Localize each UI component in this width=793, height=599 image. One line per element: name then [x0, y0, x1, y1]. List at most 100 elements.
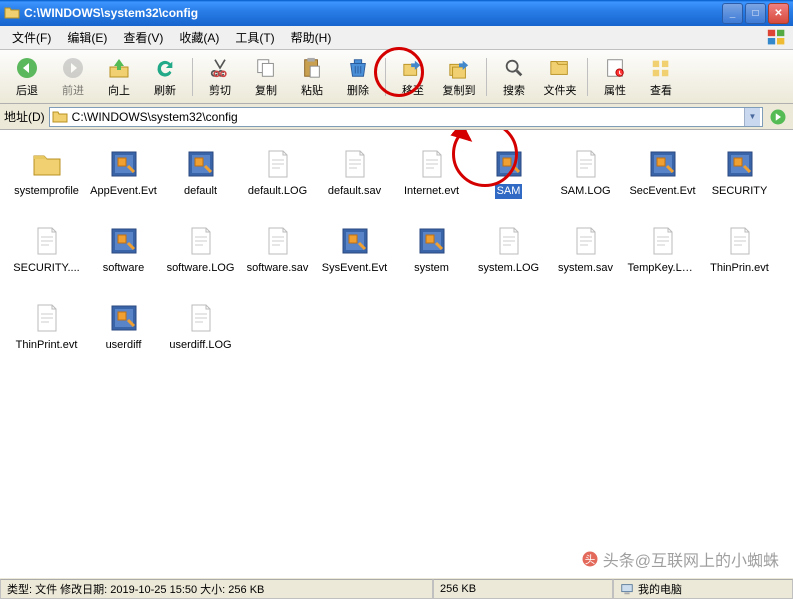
file-item[interactable]: ThinPrint.evt: [8, 298, 85, 375]
address-path: C:\WINDOWS\system32\config: [72, 110, 744, 124]
file-name: TempKey.LOG: [626, 261, 700, 276]
close-button[interactable]: ✕: [768, 3, 789, 24]
search-button[interactable]: 搜索: [491, 53, 537, 101]
file-name: SAM.LOG: [558, 184, 612, 199]
folder-icon: [52, 109, 68, 125]
toolbar-separator: [587, 58, 588, 96]
menu-view[interactable]: 查看(V): [115, 26, 171, 49]
registry-icon: [416, 225, 448, 257]
menu-edit[interactable]: 编辑(E): [59, 26, 115, 49]
file-name: Internet.evt: [402, 184, 461, 199]
maximize-button[interactable]: □: [745, 3, 766, 24]
file-item[interactable]: SECURITY: [701, 144, 778, 221]
file-icon: [416, 148, 448, 180]
file-pane[interactable]: systemprofile AppEvent.Evt default default.…: [0, 130, 793, 577]
file-name: systemprofile: [12, 184, 81, 199]
file-name: system.LOG: [476, 261, 541, 276]
file-icon: [185, 302, 217, 334]
file-item[interactable]: system.sav: [547, 221, 624, 298]
status-info: 类型: 文件 修改日期: 2019-10-25 15:50 大小: 256 KB: [0, 579, 433, 599]
registry-icon: [108, 302, 140, 334]
cut-button[interactable]: 剪切: [197, 53, 243, 101]
registry-icon: [108, 225, 140, 257]
file-name: SysEvent.Evt: [320, 261, 389, 276]
file-item[interactable]: SAM.LOG: [547, 144, 624, 221]
file-name: ThinPrin.evt: [708, 261, 771, 276]
status-location: 我的电脑: [613, 579, 793, 599]
minimize-button[interactable]: _: [722, 3, 743, 24]
registry-icon: [493, 148, 525, 180]
file-item[interactable]: SECURITY....: [8, 221, 85, 298]
file-icon: [31, 302, 63, 334]
registry-icon: [647, 148, 679, 180]
file-name: system.sav: [556, 261, 615, 276]
file-icon: [31, 225, 63, 257]
folder-icon: [4, 5, 20, 21]
file-icon: [339, 148, 371, 180]
file-name: default: [182, 184, 219, 199]
file-name: ThinPrint.evt: [14, 338, 80, 353]
file-name: SecEvent.Evt: [627, 184, 697, 199]
file-item[interactable]: software: [85, 221, 162, 298]
copy-button[interactable]: 复制: [243, 53, 289, 101]
delete-button[interactable]: 删除: [335, 53, 381, 101]
file-name: userdiff: [104, 338, 144, 353]
menu-tools[interactable]: 工具(T): [227, 26, 282, 49]
up-button[interactable]: 向上: [96, 53, 142, 101]
file-item[interactable]: system.LOG: [470, 221, 547, 298]
toolbar-separator: [486, 58, 487, 96]
toolbar-separator: [192, 58, 193, 96]
address-dropdown[interactable]: ▼: [744, 108, 760, 126]
menu-file[interactable]: 文件(F): [4, 26, 59, 49]
refresh-button[interactable]: 刷新: [142, 53, 188, 101]
file-item[interactable]: system: [393, 221, 470, 298]
copyto-button[interactable]: 复制到: [436, 53, 482, 101]
file-item[interactable]: TempKey.LOG: [624, 221, 701, 298]
menu-favorites[interactable]: 收藏(A): [171, 26, 227, 49]
file-item[interactable]: SAM: [470, 144, 547, 221]
svg-text:头: 头: [585, 554, 596, 566]
file-name: SECURITY: [710, 184, 770, 199]
file-item[interactable]: systemprofile: [8, 144, 85, 221]
paste-button[interactable]: 粘贴: [289, 53, 335, 101]
statusbar: 类型: 文件 修改日期: 2019-10-25 15:50 大小: 256 KB…: [0, 577, 793, 599]
back-button[interactable]: 后退: [4, 53, 50, 101]
status-size: 256 KB: [433, 579, 613, 599]
go-button[interactable]: [767, 106, 789, 128]
moveto-button[interactable]: 移至: [390, 53, 436, 101]
file-item[interactable]: default.LOG: [239, 144, 316, 221]
file-name: software.sav: [245, 261, 311, 276]
file-item[interactable]: default.sav: [316, 144, 393, 221]
file-icon: [262, 148, 294, 180]
file-name: AppEvent.Evt: [88, 184, 159, 199]
computer-icon: [620, 582, 634, 596]
file-icon: [724, 225, 756, 257]
forward-button[interactable]: 前进: [50, 53, 96, 101]
file-icon: [262, 225, 294, 257]
address-label: 地址(D): [4, 108, 45, 125]
views-button[interactable]: 查看: [638, 53, 684, 101]
file-name: SECURITY....: [11, 261, 81, 276]
file-item[interactable]: userdiff: [85, 298, 162, 375]
file-name: userdiff.LOG: [167, 338, 233, 353]
file-icon: [570, 225, 602, 257]
file-item[interactable]: SecEvent.Evt: [624, 144, 701, 221]
file-item[interactable]: userdiff.LOG: [162, 298, 239, 375]
properties-button[interactable]: 属性: [592, 53, 638, 101]
file-item[interactable]: software.LOG: [162, 221, 239, 298]
address-input[interactable]: C:\WINDOWS\system32\config ▼: [49, 107, 763, 127]
registry-icon: [185, 148, 217, 180]
file-name: software.LOG: [165, 261, 237, 276]
folders-button[interactable]: 文件夹: [537, 53, 583, 101]
file-item[interactable]: Internet.evt: [393, 144, 470, 221]
file-item[interactable]: SysEvent.Evt: [316, 221, 393, 298]
file-item[interactable]: AppEvent.Evt: [85, 144, 162, 221]
file-item[interactable]: ThinPrin.evt: [701, 221, 778, 298]
menu-help[interactable]: 帮助(H): [283, 26, 340, 49]
window-title: C:\WINDOWS\system32\config: [24, 6, 722, 20]
registry-icon: [108, 148, 140, 180]
file-item[interactable]: software.sav: [239, 221, 316, 298]
watermark: 头 头条@互联网上的小蜘蛛: [581, 547, 779, 571]
file-item[interactable]: default: [162, 144, 239, 221]
file-icon: [570, 148, 602, 180]
